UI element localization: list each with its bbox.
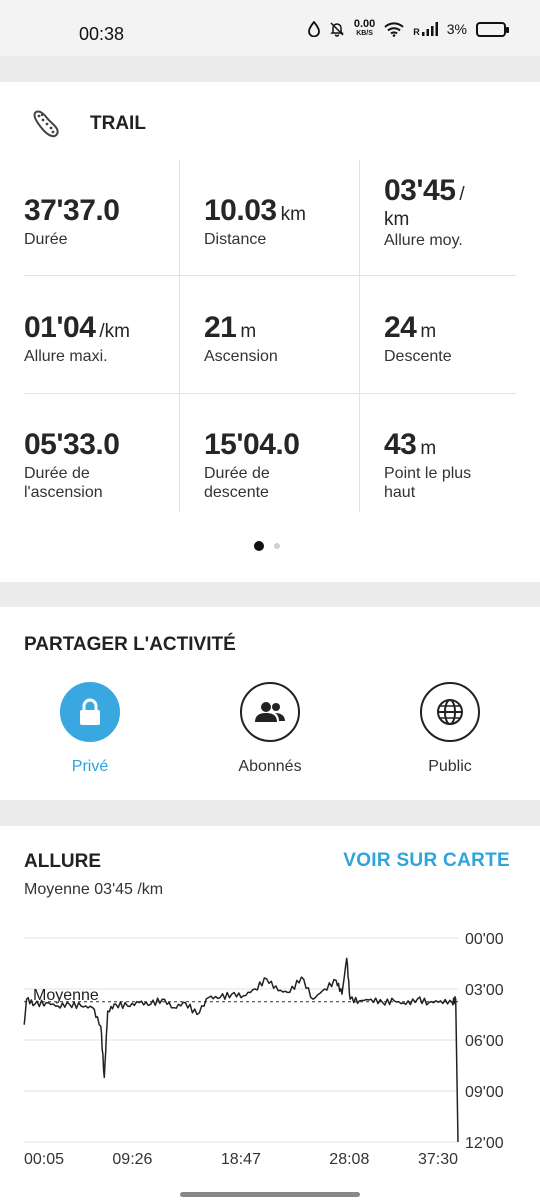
stat-unit-line: km (384, 209, 410, 230)
stat-unit: m (420, 321, 437, 342)
x-tick-label: 00:05 (24, 1151, 64, 1168)
globe-icon (437, 699, 463, 725)
stat-label: Distance (204, 231, 267, 248)
stat-max-pace: 01'04/km Allure maxi. (24, 311, 204, 366)
stat-distance: 10.03 km Distance (204, 194, 384, 249)
stat-value: 05'33.0 (24, 428, 120, 461)
pace-chart: 00'00 03'00 06'00 09'00 12'00 00:05 09:26 18:47… (23, 931, 504, 1168)
stat-label: Durée de descente (204, 465, 270, 501)
x-tick-label: 28:08 (329, 1151, 369, 1168)
net-speed: 0.00 KB/S (353, 18, 376, 38)
signal-icon (421, 22, 438, 36)
stat-value: 15'04.0 (204, 428, 300, 461)
wifi-icon (384, 21, 404, 37)
x-tick-label: 09:26 (112, 1151, 152, 1168)
shoe-sole-icon (33, 110, 59, 138)
share-option-public[interactable]: Public (370, 682, 530, 776)
average-label: Moyenne (33, 987, 99, 1004)
net-speed-unit: KB/S (356, 30, 373, 37)
stat-unit: /km (99, 321, 130, 342)
pace-card: ALLURE VOIR SUR CARTE Moyenne 03'45 /km … (0, 826, 540, 1200)
pace-average-text: Moyenne 03'45 /km (24, 881, 164, 898)
stat-label: Allure moy. (384, 232, 463, 249)
y-tick-label: 03'00 (465, 982, 504, 999)
stat-unit: km (280, 204, 306, 225)
signal-label: R (413, 27, 420, 37)
x-tick-label: 37:30 (418, 1151, 458, 1168)
stat-value: 37'37.0 (24, 194, 120, 227)
stat-label: Descente (384, 348, 452, 365)
stat-unit: / (459, 184, 465, 205)
see-on-map-link[interactable]: VOIR SUR CARTE (343, 850, 510, 872)
activity-summary-card: TRAIL 37'37.0 Durée 10.03 km Distance 03'… (0, 82, 540, 582)
stat-value: 03'45 (384, 174, 456, 207)
home-indicator[interactable] (180, 1192, 360, 1197)
page-indicator[interactable] (254, 541, 280, 551)
grid-divider (24, 275, 516, 276)
stat-highest-point: 43 m Point le plus haut (384, 428, 504, 502)
share-label: Privé (71, 758, 109, 775)
share-followers-button[interactable] (240, 682, 300, 742)
status-time: 00:38 (79, 24, 125, 44)
stat-average-pace: 03'45/ km Allure moy. (384, 174, 540, 250)
share-label: Public (428, 758, 472, 775)
stat-value: 01'04 (24, 311, 96, 344)
stat-label: Allure maxi. (24, 348, 108, 365)
y-tick-label: 00'00 (465, 931, 504, 948)
bell-off-icon (330, 22, 344, 37)
page-dot-active[interactable] (254, 541, 264, 551)
activity-header: TRAIL (30, 108, 146, 140)
share-label: Abonnés (238, 758, 302, 775)
y-tick-label: 09'00 (465, 1084, 504, 1101)
share-private-button[interactable] (60, 682, 120, 742)
stat-descent: 24 m Descente (384, 311, 540, 366)
stat-ascent: 21 m Ascension (204, 311, 384, 366)
stat-value: 10.03 (204, 194, 277, 227)
stat-label: Durée de l'ascension (24, 465, 103, 501)
stat-value: 21 (204, 311, 237, 344)
stat-descent-duration: 15'04.0 Durée de descente (204, 428, 324, 502)
page-dot[interactable] (274, 543, 280, 549)
stat-ascent-duration: 05'33.0 Durée de l'ascension (24, 428, 164, 502)
y-tick-label: 12'00 (465, 1135, 504, 1152)
activity-type-title: TRAIL (90, 113, 146, 134)
stat-unit: m (420, 438, 437, 459)
battery-percent: 3% (446, 21, 467, 37)
water-drop-icon (307, 21, 320, 37)
share-title: PARTAGER L'ACTIVITÉ (24, 634, 236, 655)
stat-duration: 37'37.0 Durée (24, 194, 204, 249)
x-tick-label: 18:47 (221, 1151, 261, 1168)
net-speed-value: 0.00 (353, 18, 376, 30)
stat-unit: m (240, 321, 257, 342)
share-option-followers[interactable]: Abonnés (190, 682, 350, 776)
battery-icon (476, 21, 509, 37)
stat-value: 43 (384, 428, 417, 461)
share-activity-card: PARTAGER L'ACTIVITÉ Privé Abonnés Public (0, 607, 540, 800)
status-icons: 0.00 KB/S R 3% (307, 18, 509, 38)
share-public-button[interactable] (420, 682, 480, 742)
status-bar: 00:38 0.00 KB/S R 3% (0, 0, 540, 56)
people-icon (255, 702, 285, 722)
share-option-private[interactable]: Privé (10, 682, 170, 776)
grid-divider (24, 393, 516, 394)
y-tick-label: 06'00 (465, 1033, 504, 1050)
pace-title: ALLURE (24, 851, 102, 872)
stat-label: Durée (24, 231, 68, 248)
lock-icon (80, 698, 100, 725)
stat-label: Point le plus haut (384, 465, 472, 501)
stat-label: Ascension (204, 348, 278, 365)
stat-value: 24 (384, 311, 417, 344)
